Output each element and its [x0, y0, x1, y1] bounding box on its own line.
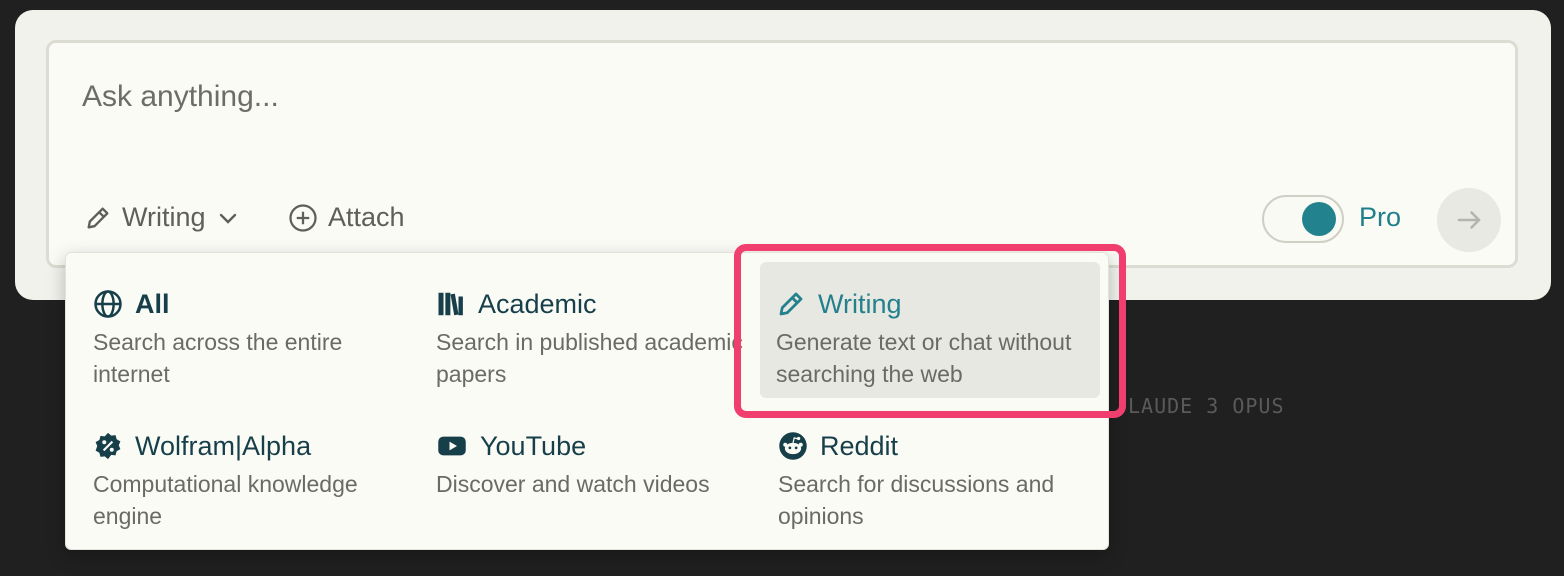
focus-option-description: Search in published academic papers: [436, 329, 743, 387]
focus-option-description: Computational knowledge engine: [93, 471, 358, 529]
search-input-placeholder[interactable]: Ask anything...: [82, 80, 279, 114]
chevron-down-icon: [216, 206, 240, 230]
focus-option-youtube[interactable]: YouTube Discover and watch videos: [410, 404, 770, 540]
focus-option-academic[interactable]: Academic Search in published academic pa…: [410, 262, 743, 398]
pro-toggle[interactable]: [1262, 195, 1344, 243]
youtube-icon: [436, 431, 468, 461]
pro-toggle-knob: [1302, 202, 1336, 236]
focus-option-reddit[interactable]: Reddit Search for discussions and opinio…: [752, 404, 1082, 540]
pro-label: Pro: [1359, 202, 1402, 232]
focus-selector-label: Writing: [122, 202, 206, 232]
focus-option-all[interactable]: All Search across the entire internet: [67, 262, 397, 398]
attach-button[interactable]: Attach: [288, 202, 405, 233]
selected-option-highlight: [734, 244, 1126, 418]
focus-option-title: Reddit: [820, 430, 899, 461]
focus-option-title: Academic: [478, 288, 597, 319]
focus-option-description: Search for discussions and opinions: [778, 471, 1055, 529]
wolfram-icon: [93, 431, 123, 461]
pencil-icon: [84, 204, 112, 232]
submit-button[interactable]: [1437, 188, 1501, 252]
focus-option-title: Wolfram|Alpha: [135, 430, 312, 461]
focus-selector-button[interactable]: Writing: [84, 202, 240, 233]
plus-circle-icon: [288, 203, 318, 233]
globe-icon: [93, 289, 123, 319]
attach-label: Attach: [328, 202, 405, 232]
arrow-right-icon: [1454, 205, 1484, 235]
focus-option-wolfram-alpha[interactable]: Wolfram|Alpha Computational knowledge en…: [67, 404, 397, 540]
books-icon: [436, 289, 466, 319]
reddit-icon: [778, 431, 808, 461]
focus-option-description: Discover and watch videos: [436, 471, 710, 497]
focus-option-title: All: [135, 288, 170, 319]
background-model-label: LAUDE 3 OPUS: [1128, 394, 1285, 418]
focus-option-description: Search across the entire internet: [93, 329, 343, 387]
focus-option-title: YouTube: [480, 430, 587, 461]
